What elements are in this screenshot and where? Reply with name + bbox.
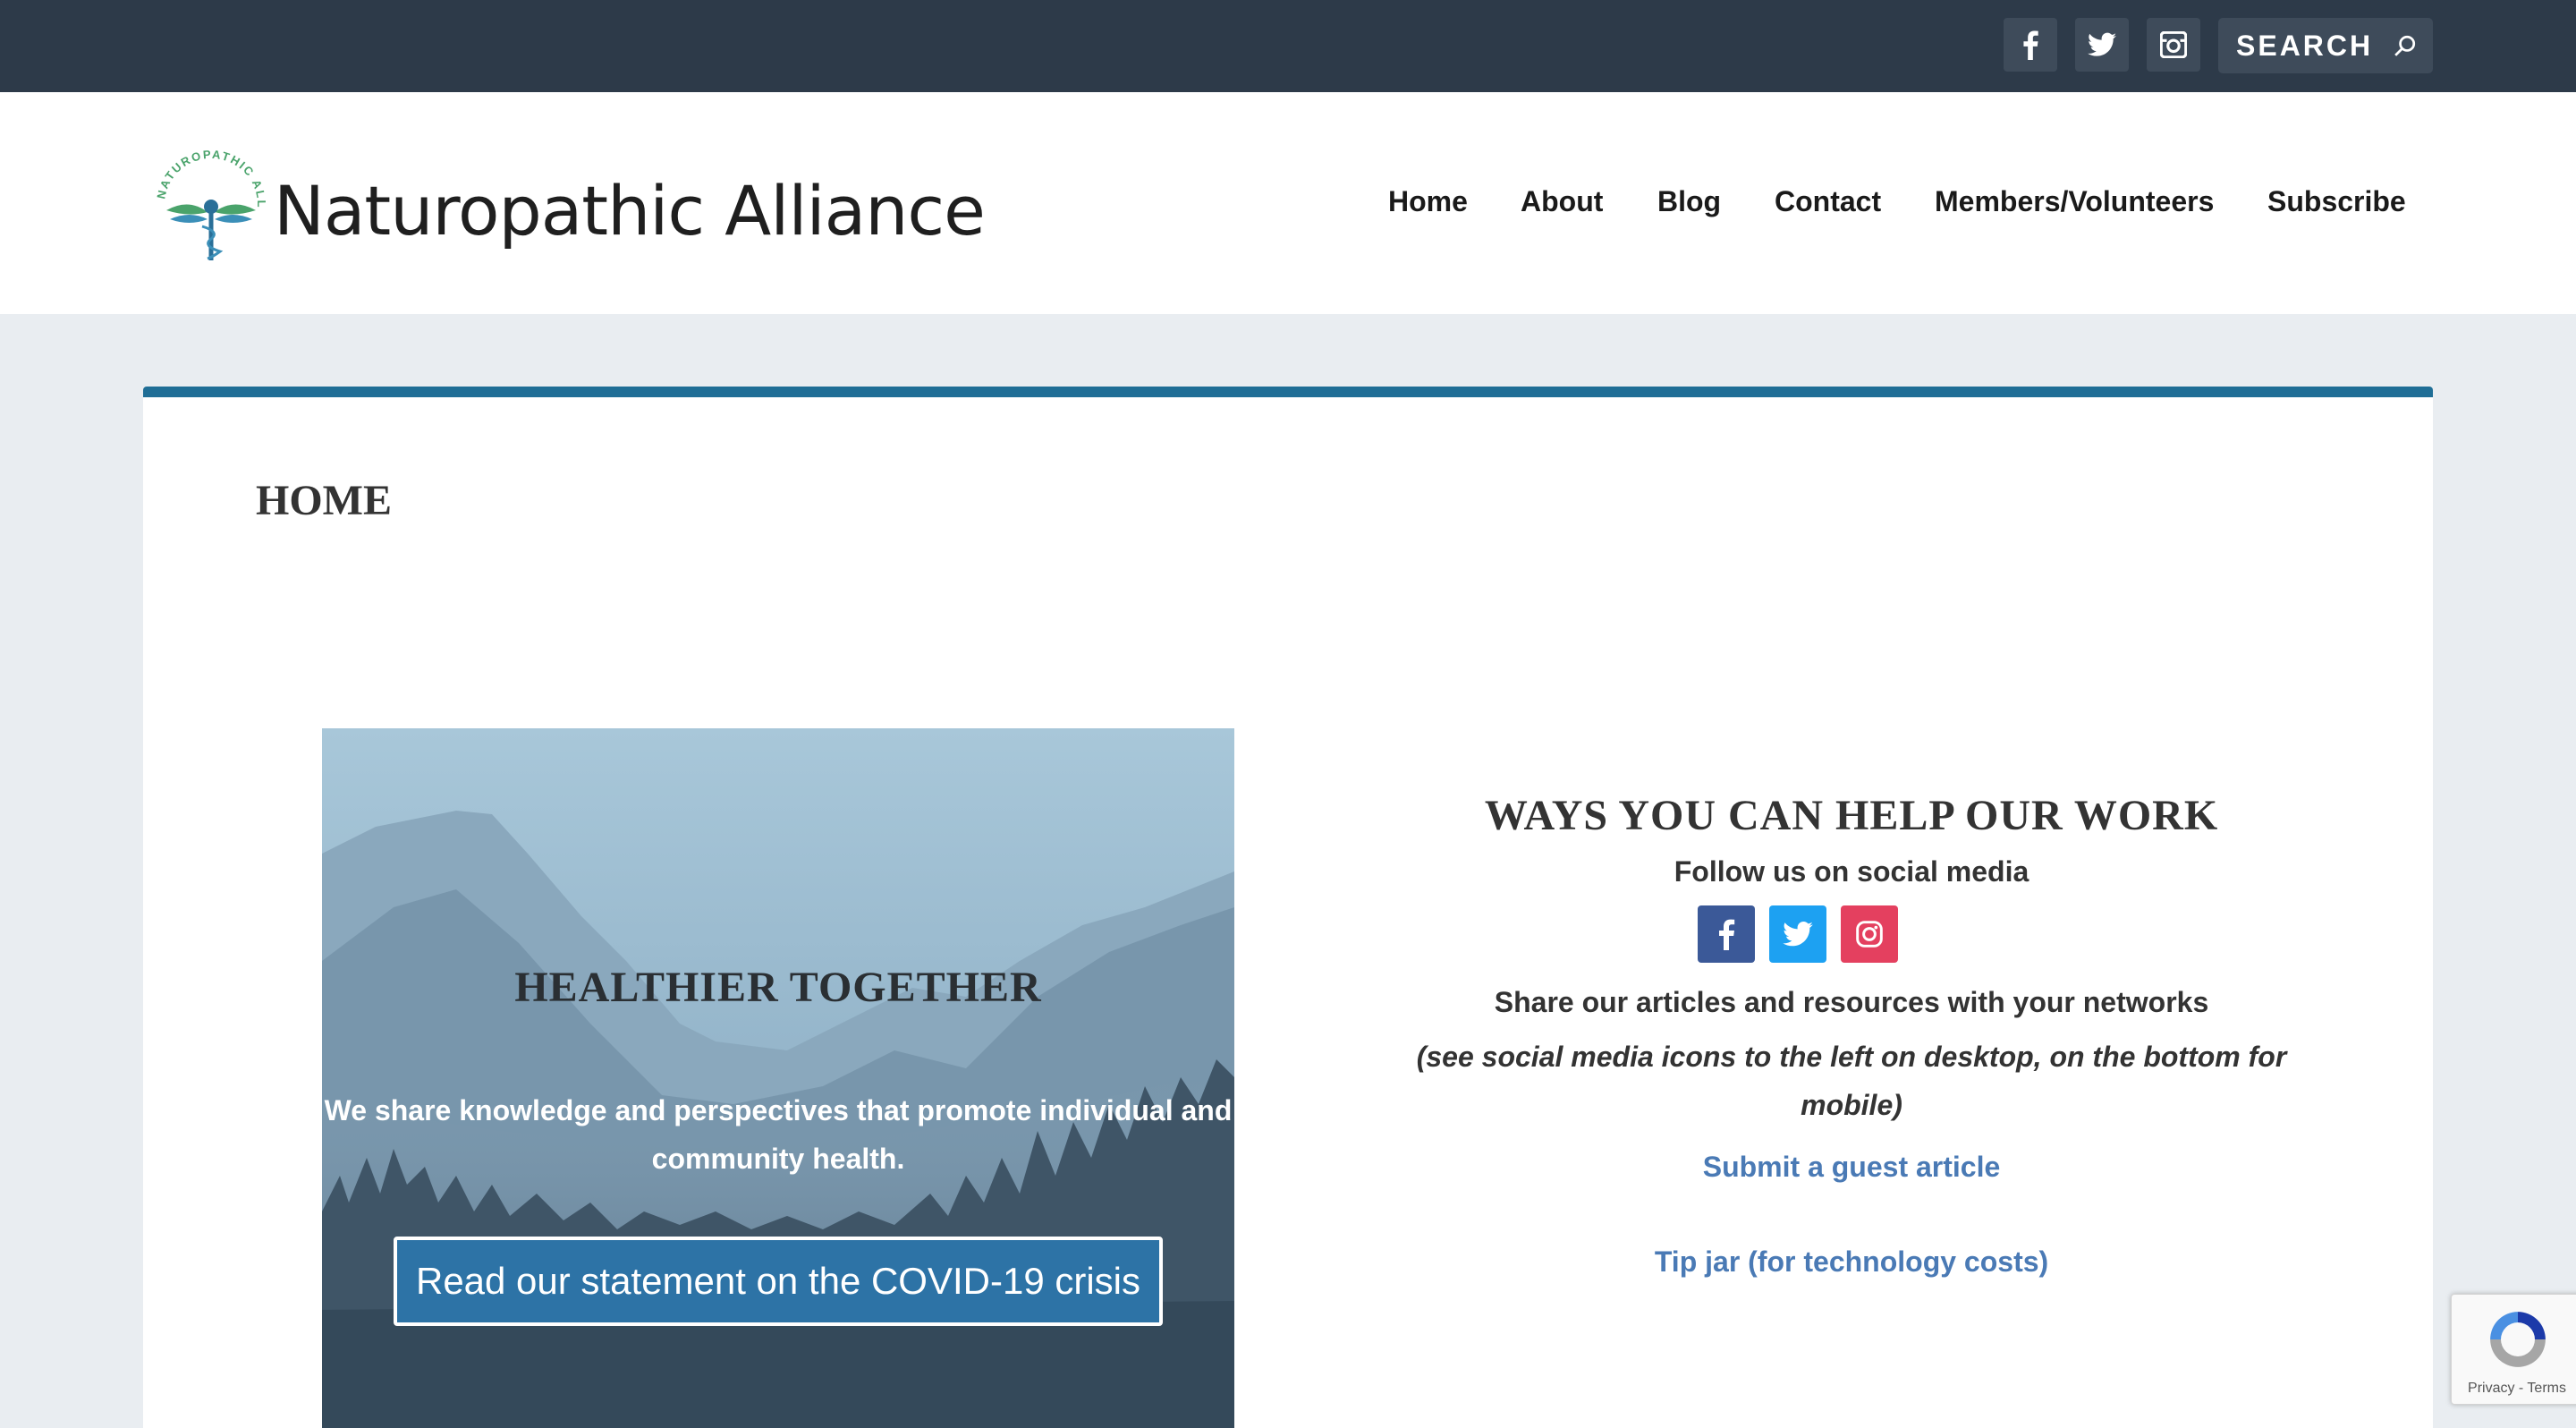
page-title: HOME [256, 477, 392, 524]
nav-about[interactable]: About [1521, 185, 1603, 218]
recaptcha-icon [2490, 1312, 2546, 1367]
nav-members-volunteers[interactable]: Members/Volunteers [1935, 185, 2214, 218]
instagram-icon[interactable] [1841, 905, 1898, 963]
site-header: NATUROPATHIC ALLIANCE Naturopathic Allia… [0, 92, 2576, 314]
follow-text: Follow us on social media [1674, 855, 2029, 888]
svg-text:NATUROPATHIC ALLIANCE: NATUROPATHIC ALLIANCE [148, 146, 268, 209]
nav-home[interactable]: Home [1388, 185, 1468, 218]
hero-description: We share knowledge and perspectives that… [322, 1086, 1234, 1183]
nav-blog[interactable]: Blog [1657, 185, 1721, 218]
hero-description-line-1: We share knowledge and perspectives that… [324, 1094, 1233, 1126]
site-logo-text: Naturopathic Alliance [274, 171, 986, 251]
nav-subscribe[interactable]: Subscribe [2267, 185, 2406, 218]
share-note-line-1: (see social media icons to the left on d… [1416, 1041, 2287, 1073]
share-note: (see social media icons to the left on d… [1306, 1033, 2397, 1129]
share-text: Share our articles and resources with yo… [1494, 986, 2209, 1018]
caduceus-logo-icon: NATUROPATHIC ALLIANCE [143, 135, 268, 260]
instagram-icon[interactable] [2147, 18, 2200, 72]
facebook-icon[interactable] [2004, 18, 2057, 72]
logo-arc-text: NATUROPATHIC ALLIANCE [143, 135, 267, 209]
search-icon[interactable] [2394, 34, 2417, 57]
hero-section: HEALTHIER TOGETHER We share knowledge an… [322, 728, 1234, 1428]
search-label: SEARCH [2236, 29, 2374, 62]
help-title: WAYS YOU CAN HELP OUR WORK [1484, 792, 2219, 839]
submit-guest-article-link[interactable]: Submit a guest article [1306, 1151, 2397, 1184]
top-bar: SEARCH [0, 0, 2576, 92]
share-note-line-2: mobile) [1801, 1089, 1902, 1121]
recaptcha-badge[interactable]: Privacy - Terms [2451, 1294, 2576, 1405]
hero-title: HEALTHIER TOGETHER [514, 964, 1042, 1011]
nav-contact[interactable]: Contact [1775, 185, 1881, 218]
site-logo[interactable]: NATUROPATHIC ALLIANCE Naturopathic Allia… [143, 135, 986, 262]
search-box[interactable]: SEARCH [2218, 18, 2433, 73]
twitter-icon[interactable] [1769, 905, 1826, 963]
recaptcha-links[interactable]: Privacy - Terms [2452, 1381, 2576, 1397]
covid-statement-button[interactable]: Read our statement on the COVID-19 crisi… [394, 1237, 1163, 1326]
hero-description-line-2: community health. [651, 1143, 905, 1175]
facebook-icon[interactable] [1698, 905, 1755, 963]
tip-jar-link[interactable]: Tip jar (for technology costs) [1306, 1245, 2397, 1279]
twitter-icon[interactable] [2075, 18, 2129, 72]
content-card: HOME HEALTHIER TOGETHER We share knowled… [143, 387, 2433, 1428]
